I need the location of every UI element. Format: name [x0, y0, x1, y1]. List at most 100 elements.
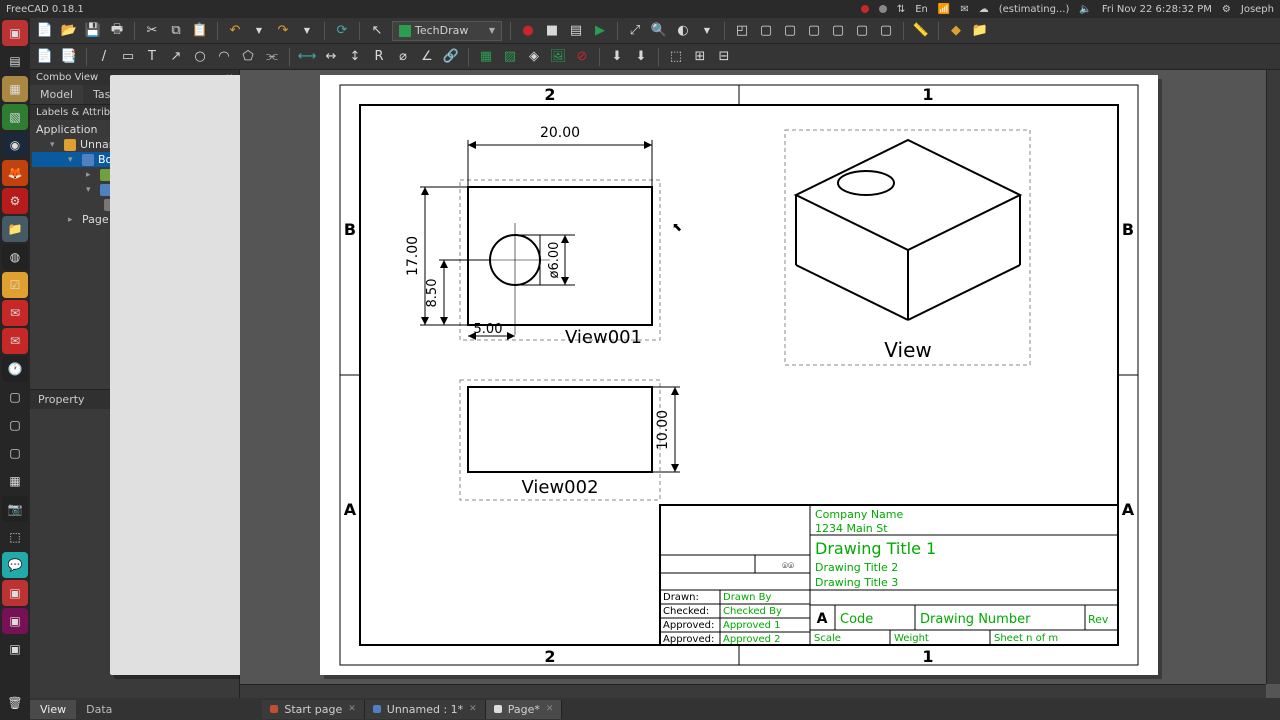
drawstyle-icon[interactable]: ◐ [674, 22, 692, 40]
poly-tool-icon[interactable]: ⬠ [239, 48, 257, 66]
launcher-trash-icon[interactable]: 🗑 [2, 690, 28, 716]
cut-icon[interactable]: ✂ [143, 22, 161, 40]
launcher-chat-icon[interactable]: 💬 [2, 552, 28, 578]
wifi-icon[interactable]: 📶 [938, 4, 950, 15]
newpage-icon[interactable]: 📄 [36, 48, 54, 66]
launcher-steam-icon[interactable]: ◉ [2, 132, 28, 158]
paste-icon[interactable]: 📋 [191, 22, 209, 40]
launcher-firefox-icon[interactable]: 🦊 [2, 160, 28, 186]
save-icon[interactable]: 💾 [84, 22, 102, 40]
launcher-purple-icon[interactable]: ▣ [2, 608, 28, 634]
hatch2-icon[interactable]: ▨ [501, 48, 519, 66]
view-bottom-icon[interactable]: ▢ [853, 22, 871, 40]
launcher-term-icon[interactable]: ⬚ [2, 524, 28, 550]
macro-list-icon[interactable]: ▤ [567, 22, 585, 40]
workbench-selector[interactable]: TechDraw ▼ [392, 21, 502, 41]
toggle-icon[interactable]: ⊘ [573, 48, 591, 66]
canvas[interactable]: 2 1 2 1 B B A A [240, 70, 1280, 698]
gear-icon[interactable]: ⚙ [1222, 4, 1231, 15]
arrow-tool-icon[interactable]: ↗ [167, 48, 185, 66]
macro-run-icon[interactable]: ▶ [591, 22, 609, 40]
dim-v-icon[interactable]: ↕ [346, 48, 364, 66]
view-rear-icon[interactable]: ▢ [829, 22, 847, 40]
launcher-app3-icon[interactable]: ▢ [2, 412, 28, 438]
macro-rec-icon[interactable]: ● [519, 22, 537, 40]
print-icon[interactable]: 🖶 [108, 22, 126, 40]
redo-icon[interactable]: ↷ [274, 22, 292, 40]
part-icon[interactable]: ◆ [947, 22, 965, 40]
dim-h-icon[interactable]: ↔ [322, 48, 340, 66]
view-right-icon[interactable]: ▢ [805, 22, 823, 40]
launcher-red-icon[interactable]: ▣ [2, 580, 28, 606]
new-file-icon[interactable]: 📄 [36, 22, 54, 40]
launcher-freecad-icon[interactable]: ▣ [2, 20, 28, 46]
arc-tool-icon[interactable]: ◠ [215, 48, 233, 66]
launcher-calc-icon[interactable]: ▦ [2, 76, 28, 102]
scrollbar-v[interactable] [1266, 70, 1280, 684]
group-icon[interactable]: 📁 [971, 22, 989, 40]
launcher-app2-icon[interactable]: ▢ [2, 384, 28, 410]
scrollbar-h[interactable] [240, 684, 1266, 698]
volume-icon[interactable]: 🔈 [1079, 4, 1091, 15]
lang-indicator[interactable]: En [915, 4, 928, 15]
undo-menu-icon[interactable]: ▼ [250, 22, 268, 40]
macro-stop-icon[interactable]: ■ [543, 22, 561, 40]
mode-data[interactable]: Data [76, 700, 122, 719]
launcher-obs-icon[interactable]: ◍ [2, 244, 28, 270]
rect-tool-icon[interactable]: ▭ [119, 48, 137, 66]
user-name[interactable]: Joseph [1241, 4, 1274, 15]
tab-model[interactable]: Model [30, 85, 83, 104]
clip-rem-icon[interactable]: ⊟ [715, 48, 733, 66]
launcher-cube-icon[interactable]: ▦ [2, 468, 28, 494]
launcher-impress-icon[interactable]: ▧ [2, 104, 28, 130]
launcher-gear-icon[interactable]: ⚙ [2, 188, 28, 214]
open-icon[interactable]: 📂 [60, 22, 78, 40]
undo-icon[interactable]: ↶ [226, 22, 244, 40]
mode-view[interactable]: View [30, 700, 76, 719]
drawstyle-menu-icon[interactable]: ▼ [698, 22, 716, 40]
text-tool-icon[interactable]: T [143, 48, 161, 66]
clip-add-icon[interactable]: ⊞ [691, 48, 709, 66]
view-front-icon[interactable]: ▢ [757, 22, 775, 40]
refresh-icon[interactable]: ⟳ [333, 22, 351, 40]
launcher-todo-icon[interactable]: ☑ [2, 272, 28, 298]
symbol-icon[interactable]: ◈ [525, 48, 543, 66]
cloud-icon[interactable]: ☁ [979, 4, 989, 15]
launcher-clock-icon[interactable]: 🕐 [2, 356, 28, 382]
view-iso-icon[interactable]: ◰ [733, 22, 751, 40]
dim-link-icon[interactable]: 🔗 [442, 48, 460, 66]
dim-rad-icon[interactable]: R [370, 48, 388, 66]
doc-tab-page[interactable]: Page*✕ [486, 700, 563, 719]
circle-tool-icon[interactable]: ○ [191, 48, 209, 66]
view-top-icon[interactable]: ▢ [781, 22, 799, 40]
close-icon[interactable]: ✕ [348, 704, 356, 714]
view-left-icon[interactable]: ▢ [877, 22, 895, 40]
launcher-cam-icon[interactable]: 📷 [2, 496, 28, 522]
launcher-app-icon[interactable]: ▤ [2, 48, 28, 74]
doc-tab-startpage[interactable]: Start page✕ [262, 700, 364, 719]
launcher-grey-icon[interactable]: ▣ [2, 636, 28, 662]
cursor-icon[interactable]: ↖ [368, 22, 386, 40]
launcher-files-icon[interactable]: 📁 [2, 216, 28, 242]
tree-page[interactable]: ▸Page [32, 212, 237, 227]
clock-text[interactable]: Fri Nov 22 6:28:32 PM [1102, 4, 1212, 15]
dim-dia-icon[interactable]: ⌀ [394, 48, 412, 66]
doc-tab-unnamed[interactable]: Unnamed : 1*✕ [365, 700, 486, 719]
launcher-mail2-icon[interactable]: ✉ [2, 328, 28, 354]
mail-icon[interactable]: ✉ [960, 4, 968, 15]
copy-icon[interactable]: ⧉ [167, 22, 185, 40]
techdraw-page[interactable]: 2 1 2 1 B B A A [320, 75, 1158, 675]
clip-icon[interactable]: ⬚ [667, 48, 685, 66]
dim-ang-icon[interactable]: ∠ [418, 48, 436, 66]
export-svg-icon[interactable]: ⬇ [608, 48, 626, 66]
line-tool-icon[interactable]: / [95, 48, 113, 66]
redo-menu-icon[interactable]: ▼ [298, 22, 316, 40]
hatch-icon[interactable]: ▦ [477, 48, 495, 66]
dim-len-icon[interactable]: ⟷ [298, 48, 316, 66]
link-tool-icon[interactable]: ⫘ [263, 48, 281, 66]
image-icon[interactable]: 🖼 [549, 48, 567, 66]
launcher-app4-icon[interactable]: ▢ [2, 440, 28, 466]
close-icon[interactable]: ✕ [469, 704, 477, 714]
close-icon[interactable]: ✕ [546, 704, 554, 714]
newpage-template-icon[interactable]: 📑 [60, 48, 78, 66]
